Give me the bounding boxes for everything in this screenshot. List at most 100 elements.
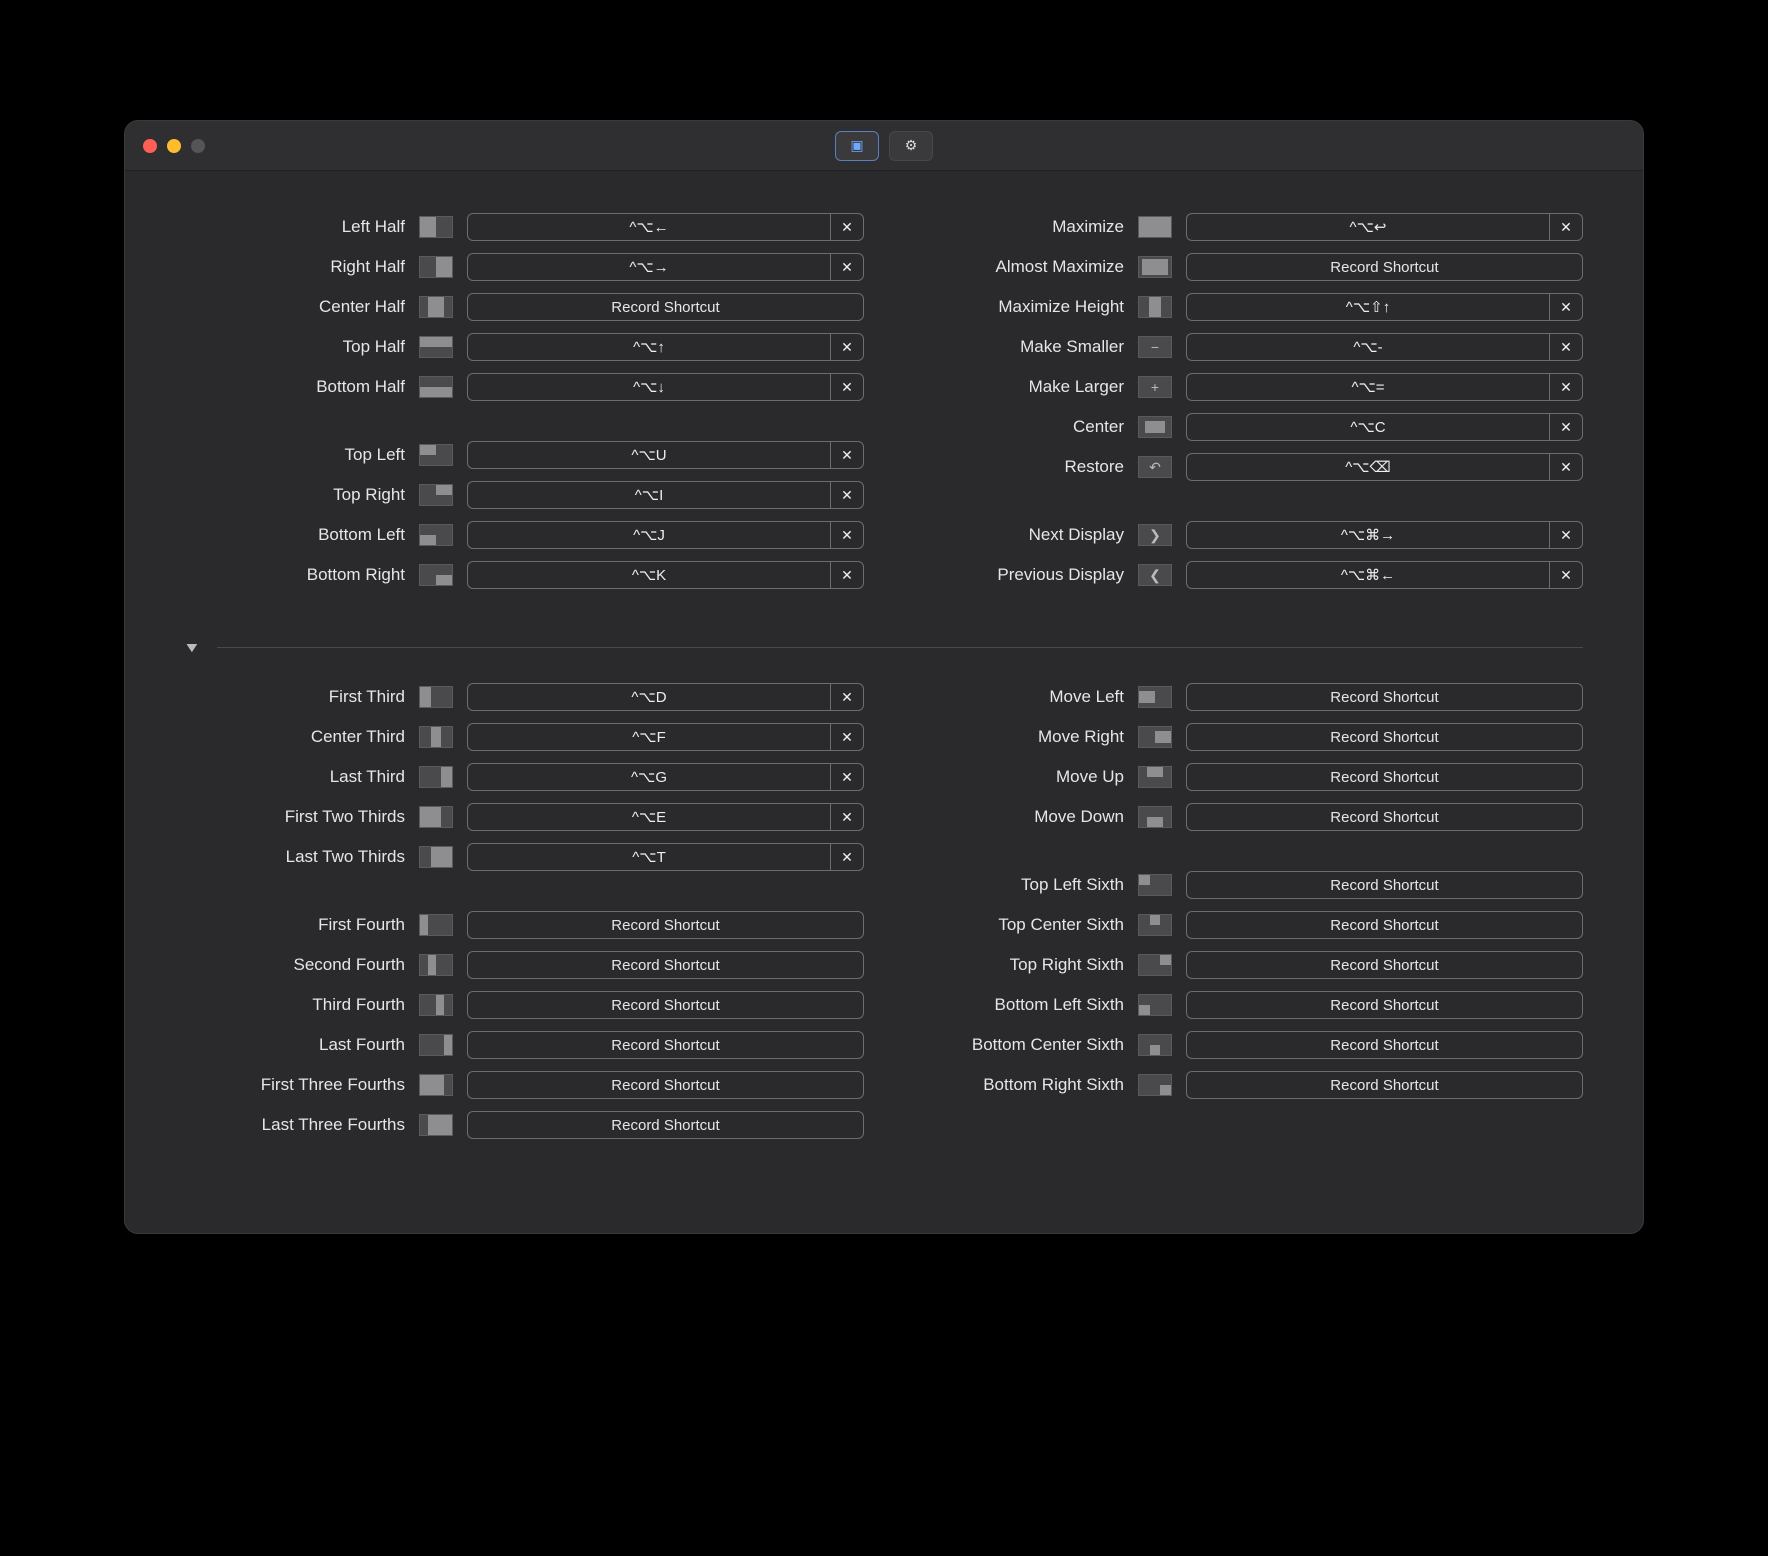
- shortcut-field-move-down[interactable]: Record Shortcut: [1186, 803, 1583, 831]
- row-move-right: Move RightRecord Shortcut: [904, 717, 1583, 757]
- shortcut-field-left-half[interactable]: ^⌥←: [467, 213, 830, 241]
- row-almost-maximize: Almost Maximize Record Shortcut: [904, 247, 1583, 287]
- shortcut-field-last-fourth[interactable]: Record Shortcut: [467, 1031, 864, 1059]
- shortcut-field-bottom-left-sixth[interactable]: Record Shortcut: [1186, 991, 1583, 1019]
- shortcut-group: Top Left^⌥U✕Top Right^⌥I✕Bottom Left^⌥J✕…: [185, 435, 864, 595]
- shortcut-field-almost-maximize[interactable]: Record Shortcut: [1186, 253, 1583, 281]
- row-top-right: Top Right ^⌥I✕: [185, 475, 864, 515]
- v2-3-icon: [419, 726, 453, 748]
- shortcut-field-right-half[interactable]: ^⌥→: [467, 253, 830, 281]
- tab-settings[interactable]: ⚙: [889, 131, 933, 161]
- label-move-down: Move Down: [904, 807, 1124, 827]
- clear-shortcut-make-larger[interactable]: ✕: [1549, 373, 1583, 401]
- label-top-right: Top Right: [185, 485, 405, 505]
- clear-shortcut-restore[interactable]: ✕: [1549, 453, 1583, 481]
- clear-shortcut-center-third[interactable]: ✕: [830, 723, 864, 751]
- shortcut-field-next-display[interactable]: ^⌥⌘→: [1186, 521, 1549, 549]
- shortcut-field-bottom-half[interactable]: ^⌥↓: [467, 373, 830, 401]
- shortcut-field-first-two-thirds[interactable]: ^⌥E: [467, 803, 830, 831]
- shortcut-field-last-two-thirds[interactable]: ^⌥T: [467, 843, 830, 871]
- clear-shortcut-bottom-half[interactable]: ✕: [830, 373, 864, 401]
- row-top-center-sixth: Top Center SixthRecord Shortcut: [904, 905, 1583, 945]
- minimize-window-button[interactable]: [167, 139, 181, 153]
- shortcut-field-bottom-right-sixth[interactable]: Record Shortcut: [1186, 1071, 1583, 1099]
- v3-3-icon: [419, 766, 453, 788]
- shortcut-field-move-left[interactable]: Record Shortcut: [1186, 683, 1583, 711]
- v4-4-icon: [419, 1034, 453, 1056]
- label-second-fourth: Second Fourth: [185, 955, 405, 975]
- v1-4-icon: [419, 914, 453, 936]
- shortcut-field-top-left[interactable]: ^⌥U: [467, 441, 830, 469]
- plus-icon: +: [1138, 376, 1172, 398]
- v2-4-icon: [419, 954, 453, 976]
- clear-shortcut-previous-display[interactable]: ✕: [1549, 561, 1583, 589]
- shortcut-field-bottom-left[interactable]: ^⌥J: [467, 521, 830, 549]
- shortcut-field-last-third[interactable]: ^⌥G: [467, 763, 830, 791]
- shortcut-field-move-up[interactable]: Record Shortcut: [1186, 763, 1583, 791]
- bottom-right-icon: [419, 564, 453, 586]
- shortcut-group: Top Left SixthRecord ShortcutTop Center …: [904, 865, 1583, 1105]
- prev-display-icon: ❮: [1138, 564, 1172, 586]
- shortcut-field-restore[interactable]: ^⌥⌫: [1186, 453, 1549, 481]
- clear-shortcut-last-two-thirds[interactable]: ✕: [830, 843, 864, 871]
- clear-shortcut-make-smaller[interactable]: ✕: [1549, 333, 1583, 361]
- row-third-fourth: Third FourthRecord Shortcut: [185, 985, 864, 1025]
- clear-shortcut-center[interactable]: ✕: [1549, 413, 1583, 441]
- row-bottom-center-sixth: Bottom Center SixthRecord Shortcut: [904, 1025, 1583, 1065]
- close-window-button[interactable]: [143, 139, 157, 153]
- clear-shortcut-last-third[interactable]: ✕: [830, 763, 864, 791]
- clear-shortcut-top-half[interactable]: ✕: [830, 333, 864, 361]
- shortcut-field-previous-display[interactable]: ^⌥⌘←: [1186, 561, 1549, 589]
- shortcut-field-bottom-right[interactable]: ^⌥K: [467, 561, 830, 589]
- shortcut-field-top-half[interactable]: ^⌥↑: [467, 333, 830, 361]
- shortcut-field-top-left-sixth[interactable]: Record Shortcut: [1186, 871, 1583, 899]
- clear-shortcut-first-third[interactable]: ✕: [830, 683, 864, 711]
- clear-shortcut-bottom-right[interactable]: ✕: [830, 561, 864, 589]
- shortcut-field-first-three-fourths[interactable]: Record Shortcut: [467, 1071, 864, 1099]
- clear-shortcut-top-right[interactable]: ✕: [830, 481, 864, 509]
- shortcut-field-third-fourth[interactable]: Record Shortcut: [467, 991, 864, 1019]
- row-bottom-right: Bottom Right^⌥K✕: [185, 555, 864, 595]
- shortcut-field-first-fourth[interactable]: Record Shortcut: [467, 911, 864, 939]
- shortcut-field-center-third[interactable]: ^⌥F: [467, 723, 830, 751]
- label-center: Center: [904, 417, 1124, 437]
- minus-icon: −: [1138, 336, 1172, 358]
- clear-shortcut-maximize-height[interactable]: ✕: [1549, 293, 1583, 321]
- almost-full-icon: [1138, 256, 1172, 278]
- shortcut-field-make-smaller[interactable]: ^⌥-: [1186, 333, 1549, 361]
- shortcut-field-maximize-height[interactable]: ^⌥⇧↑: [1186, 293, 1549, 321]
- shortcut-field-second-fourth[interactable]: Record Shortcut: [467, 951, 864, 979]
- row-make-larger: Make Larger+^⌥=✕: [904, 367, 1583, 407]
- shortcut-field-top-center-sixth[interactable]: Record Shortcut: [1186, 911, 1583, 939]
- label-last-two-thirds: Last Two Thirds: [185, 847, 405, 867]
- label-almost-maximize: Almost Maximize: [904, 257, 1124, 277]
- clear-shortcut-maximize[interactable]: ✕: [1549, 213, 1583, 241]
- v123-4-icon: [419, 1074, 453, 1096]
- clear-shortcut-next-display[interactable]: ✕: [1549, 521, 1583, 549]
- shortcut-field-maximize[interactable]: ^⌥↩: [1186, 213, 1549, 241]
- shortcut-field-bottom-center-sixth[interactable]: Record Shortcut: [1186, 1031, 1583, 1059]
- shortcut-field-center-half[interactable]: Record Shortcut: [467, 293, 864, 321]
- zoom-window-button[interactable]: [191, 139, 205, 153]
- label-bottom-left: Bottom Left: [185, 525, 405, 545]
- shortcut-field-top-right[interactable]: ^⌥I: [467, 481, 830, 509]
- s4-icon: [1138, 994, 1172, 1016]
- clear-shortcut-top-left[interactable]: ✕: [830, 441, 864, 469]
- shortcut-field-top-right-sixth[interactable]: Record Shortcut: [1186, 951, 1583, 979]
- label-last-three-fourths: Last Three Fourths: [185, 1115, 405, 1135]
- tab-shortcuts[interactable]: ▣: [835, 131, 879, 161]
- label-last-third: Last Third: [185, 767, 405, 787]
- label-first-three-fourths: First Three Fourths: [185, 1075, 405, 1095]
- shortcut-field-first-third[interactable]: ^⌥D: [467, 683, 830, 711]
- disclosure-toggle[interactable]: ▼: [183, 639, 201, 655]
- shortcut-field-center[interactable]: ^⌥C: [1186, 413, 1549, 441]
- clear-shortcut-right-half[interactable]: ✕: [830, 253, 864, 281]
- shortcut-field-last-three-fourths[interactable]: Record Shortcut: [467, 1111, 864, 1139]
- preferences-window: ▣ ⚙ Left Half^⌥←✕Right Half^⌥→✕Center Ha…: [124, 120, 1644, 1234]
- clear-shortcut-first-two-thirds[interactable]: ✕: [830, 803, 864, 831]
- label-bottom-left-sixth: Bottom Left Sixth: [904, 995, 1124, 1015]
- clear-shortcut-left-half[interactable]: ✕: [830, 213, 864, 241]
- shortcut-field-make-larger[interactable]: ^⌥=: [1186, 373, 1549, 401]
- clear-shortcut-bottom-left[interactable]: ✕: [830, 521, 864, 549]
- shortcut-field-move-right[interactable]: Record Shortcut: [1186, 723, 1583, 751]
